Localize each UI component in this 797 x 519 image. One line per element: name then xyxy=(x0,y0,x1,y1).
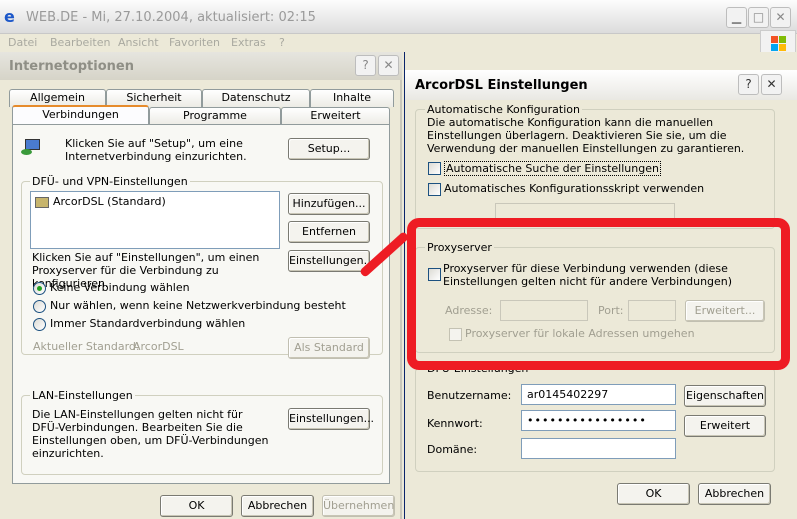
proxy-port-label: Port: xyxy=(598,304,624,317)
maximize-button[interactable]: □ xyxy=(748,7,769,28)
menu-help[interactable]: ? xyxy=(279,36,285,49)
dfu-settings-group-title: DFÜ-Einstellungen xyxy=(425,362,531,375)
ok-button[interactable]: OK xyxy=(617,483,690,505)
setup-button[interactable]: Setup... xyxy=(288,138,370,160)
auto-detect-checkbox[interactable] xyxy=(428,162,441,175)
browser-title-bar: e WEB.DE - Mi, 27.10.2004, aktualisiert:… xyxy=(0,0,797,34)
auto-detect-label: Automatische Suche der Einstellungen xyxy=(444,161,661,176)
tab-programme[interactable]: Programme xyxy=(149,107,281,125)
tab-verbindungen[interactable]: Verbindungen xyxy=(12,105,149,125)
menu-ansicht[interactable]: Ansicht xyxy=(118,36,159,49)
browser-title: WEB.DE - Mi, 27.10.2004, aktualisiert: 0… xyxy=(26,10,316,25)
auto-script-checkbox[interactable] xyxy=(428,183,441,196)
radio-always-dial[interactable] xyxy=(33,318,46,331)
proxy-advanced-button[interactable]: Erweitert... xyxy=(685,300,765,322)
lan-group-title: LAN-Einstellungen xyxy=(30,389,135,402)
help-button[interactable]: ? xyxy=(738,74,759,95)
menu-bearbeiten[interactable]: Bearbeiten xyxy=(50,36,110,49)
list-item[interactable]: ArcorDSL (Standard) xyxy=(35,195,166,208)
use-proxy-label: Proxyserver für diese Verbindung verwend… xyxy=(443,262,733,288)
tab-inhalte[interactable]: Inhalte xyxy=(310,89,394,107)
current-default-value: ArcorDSL xyxy=(133,340,184,353)
network-computer-icon xyxy=(21,137,43,157)
ok-button[interactable]: OK xyxy=(160,495,233,517)
proxy-group-title: Proxyserver xyxy=(425,241,494,254)
tab-datenschutz[interactable]: Datenschutz xyxy=(202,89,310,107)
auto-config-description: Die automatische Konfiguration kann die … xyxy=(427,116,745,155)
connections-list[interactable]: ArcorDSL (Standard) xyxy=(30,191,280,249)
radio-dial-when-needed[interactable] xyxy=(33,300,46,313)
auto-script-label: Automatisches Konfigurationsskript verwe… xyxy=(444,182,705,195)
close-button[interactable]: ✕ xyxy=(378,55,399,76)
connection-name: ArcorDSL (Standard) xyxy=(53,195,166,208)
dialup-connection-icon xyxy=(35,196,49,208)
menu-datei[interactable]: Datei xyxy=(8,36,37,49)
arcor-title: ArcorDSL Einstellungen xyxy=(415,78,588,93)
tab-erweitert[interactable]: Erweitert xyxy=(281,107,390,125)
internet-options-dialog: Internetoptionen ? ✕ Allgemein Sicherhei… xyxy=(0,52,402,519)
close-button[interactable]: ✕ xyxy=(761,74,782,95)
internet-options-title: Internetoptionen xyxy=(9,59,134,74)
bypass-local-checkbox[interactable] xyxy=(449,328,462,341)
dfu-vpn-group-title: DFÜ- und VPN-Einstellungen xyxy=(30,175,190,188)
radio-always-dial-label: Immer Standardverbindung wählen xyxy=(50,317,246,330)
apply-button[interactable]: Übernehmen xyxy=(322,495,395,517)
radio-no-dial-label: Keine Verbindung wählen xyxy=(50,281,190,294)
menu-favoriten[interactable]: Favoriten xyxy=(169,36,220,49)
internet-options-title-bar: Internetoptionen ? ✕ xyxy=(0,52,402,80)
cancel-button[interactable]: Abbrechen xyxy=(698,483,771,505)
proxy-address-label: Adresse: xyxy=(445,304,493,317)
connections-panel: Klicken Sie auf "Setup", um eine Interne… xyxy=(12,124,390,484)
username-label: Benutzername: xyxy=(427,389,512,402)
proxy-port-input[interactable] xyxy=(628,300,676,321)
auto-config-group-title: Automatische Konfiguration xyxy=(425,103,582,116)
proxy-address-input[interactable] xyxy=(500,300,588,321)
radio-dial-when-needed-label: Nur wählen, wenn keine Netzwerkverbindun… xyxy=(50,299,346,312)
minimize-button[interactable]: ▁ xyxy=(726,7,747,28)
help-button[interactable]: ? xyxy=(355,55,376,76)
bypass-local-label: Proxyserver für lokale Adressen umgehen xyxy=(465,327,695,340)
domain-input[interactable] xyxy=(521,438,676,459)
password-input[interactable]: •••••••••••••••• xyxy=(521,410,676,431)
connection-settings-button[interactable]: Einstellungen... xyxy=(288,250,374,272)
arcor-title-bar: ArcorDSL Einstellungen ? ✕ xyxy=(405,70,797,100)
close-button[interactable]: ✕ xyxy=(770,7,791,28)
lan-description: Die LAN-Einstellungen gelten nicht für D… xyxy=(32,408,269,460)
use-proxy-checkbox[interactable] xyxy=(428,268,441,281)
username-input[interactable]: ar0145402297 xyxy=(521,384,676,405)
browser-menu-bar: Datei Bearbeiten Ansicht Favoriten Extra… xyxy=(0,34,760,50)
current-default-label: Aktueller Standard: xyxy=(33,340,140,353)
menu-extras[interactable]: Extras xyxy=(231,36,266,49)
auto-script-address-input[interactable] xyxy=(495,203,675,224)
properties-button[interactable]: Eigenschaften xyxy=(684,385,766,407)
add-connection-button[interactable]: Hinzufügen... xyxy=(288,193,370,215)
lan-settings-button[interactable]: Einstellungen... xyxy=(288,408,374,430)
domain-label: Domäne: xyxy=(427,443,478,456)
cancel-button[interactable]: Abbrechen xyxy=(241,495,314,517)
remove-connection-button[interactable]: Entfernen xyxy=(288,221,370,243)
setup-description: Klicken Sie auf "Setup", um eine Interne… xyxy=(65,137,247,163)
arcor-settings-dialog: ArcorDSL Einstellungen ? ✕ Automatische … xyxy=(404,52,797,519)
password-label: Kennwort: xyxy=(427,417,483,430)
dfu-advanced-button[interactable]: Erweitert xyxy=(684,415,766,437)
ie-icon: e xyxy=(4,7,15,26)
radio-no-dial[interactable] xyxy=(33,282,46,295)
set-default-button[interactable]: Als Standard xyxy=(288,337,370,359)
